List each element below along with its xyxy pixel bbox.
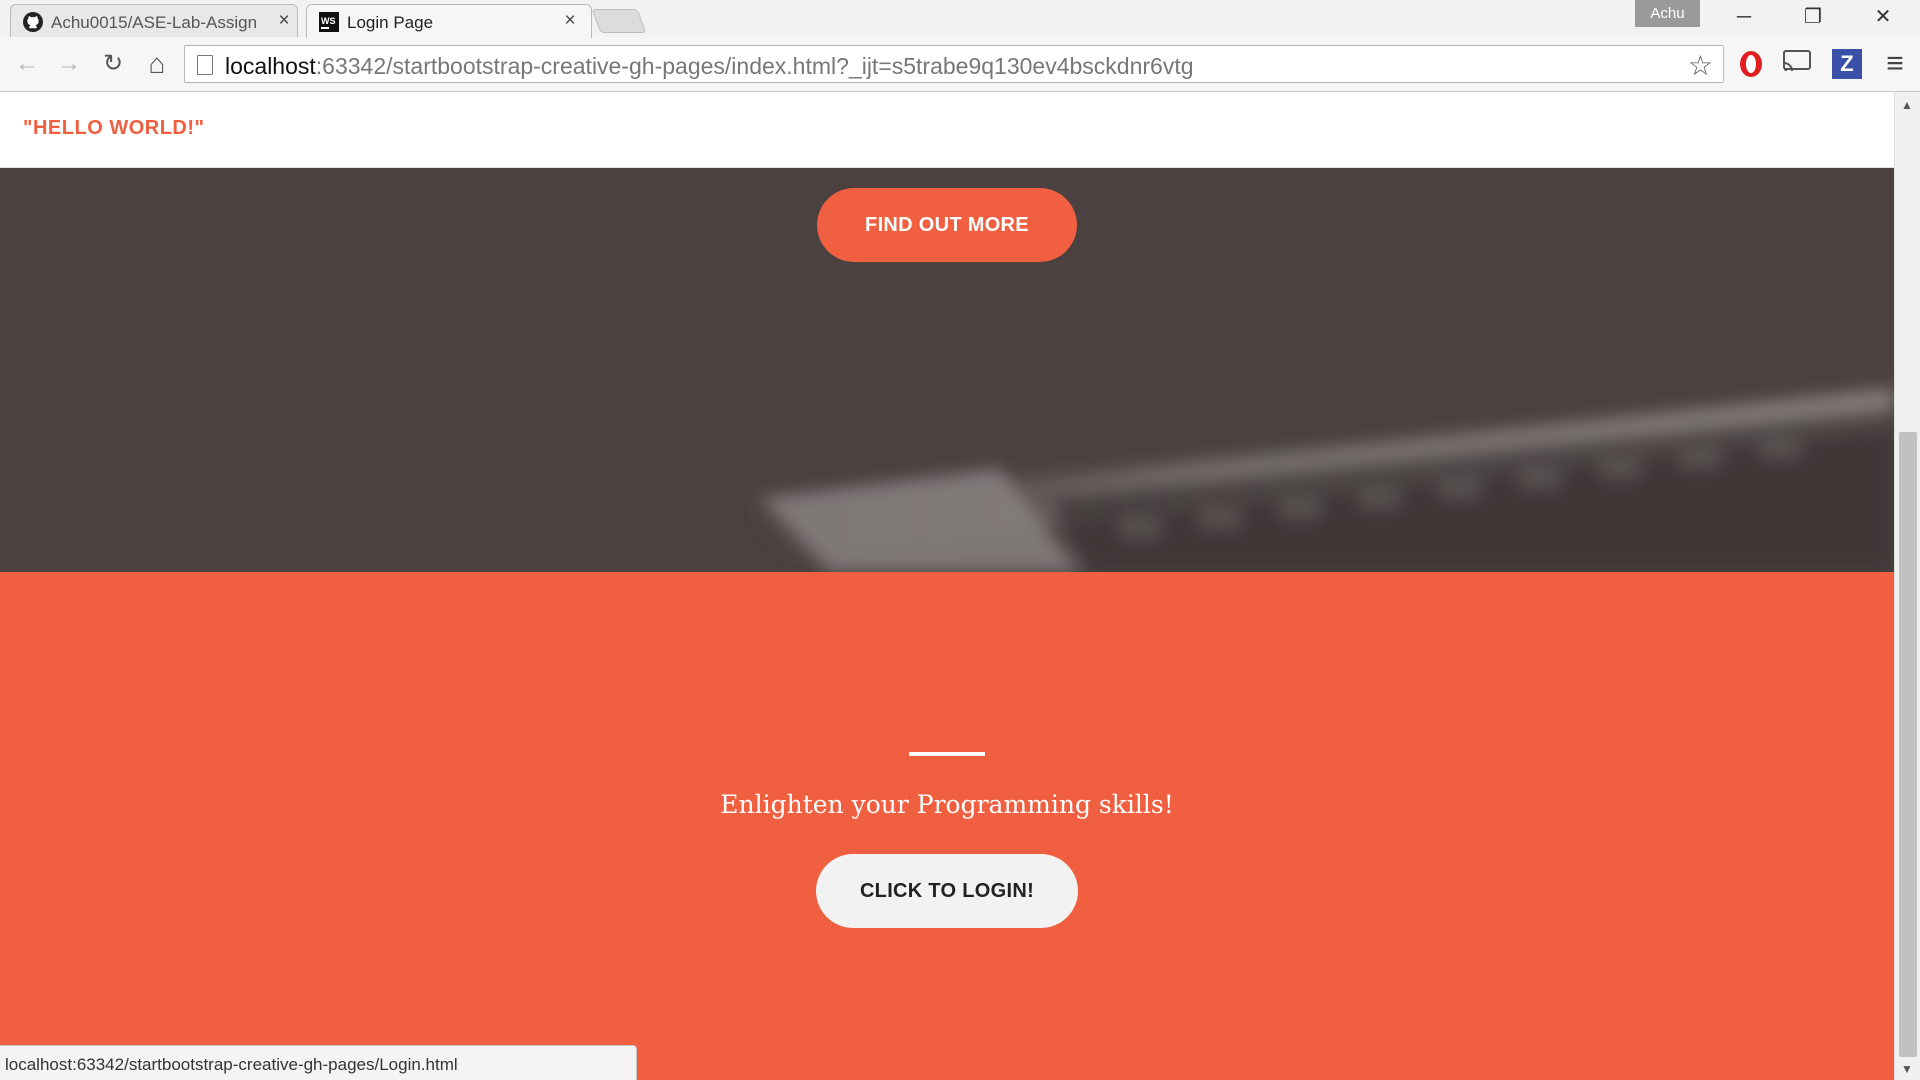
tab-login-page[interactable]: WS Login Page × xyxy=(306,4,592,38)
close-tab-icon[interactable]: × xyxy=(273,10,295,32)
cta-heading: Enlighten your Programming skills! xyxy=(720,790,1174,819)
z-extension-icon[interactable]: Z xyxy=(1832,49,1862,79)
page-scrollbar[interactable]: ▲ ▼ xyxy=(1894,92,1920,1080)
cast-icon[interactable] xyxy=(1782,49,1812,79)
login-cta-section: Enlighten your Programming skills! CLICK… xyxy=(0,572,1894,1080)
webstorm-icon: WS xyxy=(319,12,339,32)
svg-text:WS: WS xyxy=(321,16,336,26)
tab-title: Achu0015/ASE-Lab-Assign xyxy=(51,13,258,32)
scroll-thumb[interactable] xyxy=(1899,432,1917,1057)
tab-title: Login Page xyxy=(347,13,434,32)
menu-icon[interactable]: ≡ xyxy=(1880,49,1910,79)
home-icon[interactable]: ⌂ xyxy=(140,47,174,81)
github-icon xyxy=(23,12,43,32)
back-icon[interactable]: ← xyxy=(10,47,44,81)
section-divider xyxy=(909,752,985,756)
forward-icon[interactable]: → xyxy=(52,47,86,81)
reload-icon[interactable]: ↻ xyxy=(96,47,130,81)
bookmark-star-icon[interactable]: ☆ xyxy=(1688,49,1713,82)
cast-glyph xyxy=(1783,50,1811,72)
scroll-down-icon[interactable]: ▼ xyxy=(1901,1062,1913,1076)
address-bar[interactable]: localhost:63342/startbootstrap-creative-… xyxy=(184,45,1724,83)
address-host: localhost xyxy=(225,53,316,79)
tab-github[interactable]: Achu0015/ASE-Lab-Assign × xyxy=(10,4,298,37)
scroll-up-icon[interactable]: ▲ xyxy=(1901,98,1913,112)
opera-extension-icon[interactable] xyxy=(1736,49,1766,79)
address-path: :63342/startbootstrap-creative-gh-pages/… xyxy=(315,53,1194,79)
site-navbar: "HELLO WORLD!" xyxy=(0,92,1894,168)
find-out-more-button[interactable]: FIND OUT MORE xyxy=(817,188,1077,262)
login-button[interactable]: CLICK TO LOGIN! xyxy=(816,854,1078,928)
new-tab-button[interactable] xyxy=(591,9,647,33)
address-text: localhost:63342/startbootstrap-creative-… xyxy=(225,53,1194,80)
opera-extension-glyph xyxy=(1740,51,1762,77)
minimize-icon[interactable]: ─ xyxy=(1721,2,1767,32)
restore-icon[interactable]: ❐ xyxy=(1790,2,1836,32)
browser-toolbar: ← → ↻ ⌂ localhost:63342/startbootstrap-c… xyxy=(0,37,1920,92)
hero-section: FIND OUT MORE xyxy=(0,168,1894,572)
close-tab-icon[interactable]: × xyxy=(559,10,581,32)
page-viewport: "HELLO WORLD!" FIND OUT MORE Enlighten y… xyxy=(0,92,1894,1080)
profile-button[interactable]: Achu xyxy=(1635,0,1700,27)
site-brand-link[interactable]: "HELLO WORLD!" xyxy=(23,117,205,140)
page-icon xyxy=(197,55,213,75)
tab-strip: Achu0015/ASE-Lab-Assign × WS Login Page … xyxy=(0,0,1920,38)
link-status-bar: localhost:63342/startbootstrap-creative-… xyxy=(0,1045,637,1080)
close-window-icon[interactable]: ✕ xyxy=(1860,2,1906,32)
